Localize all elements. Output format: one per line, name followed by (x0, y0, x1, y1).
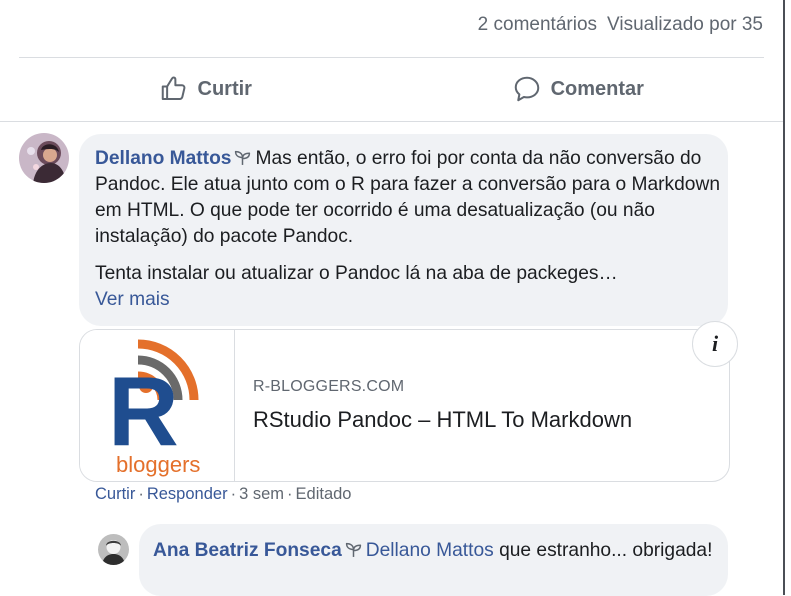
divider (0, 121, 783, 122)
comment-author[interactable]: Dellano Mattos (95, 148, 231, 169)
reply-text: que estranho... obrigada! (499, 540, 713, 561)
info-icon[interactable]: i (692, 321, 738, 367)
link-domain: R-BLOGGERS.COM (253, 378, 405, 395)
thumbs-up-icon (161, 76, 185, 100)
comment-time[interactable]: 3 sem (239, 485, 284, 503)
seedling-icon (345, 542, 361, 557)
avatar[interactable] (98, 534, 129, 565)
comment-bubble-icon (514, 76, 539, 102)
link-title[interactable]: RStudio Pandoc – HTML To Markdown (253, 407, 632, 433)
r-bloggers-logo: R bloggers (108, 339, 200, 477)
comment-paragraph: Tenta instalar ou atualizar o Pandoc lá … (95, 263, 618, 284)
comment-button[interactable]: Comentar (392, 59, 765, 119)
divider (19, 57, 764, 58)
mention-tag[interactable]: Dellano Mattos (366, 540, 494, 561)
comment-bubble: Dellano Mattos Mas então, o erro foi por … (79, 134, 728, 326)
scrollbar-track (783, 0, 785, 595)
comment-like-link[interactable]: Curtir (95, 485, 135, 503)
reply-body: Ana Beatriz Fonseca Dellano Mattos que es… (153, 538, 718, 564)
link-thumbnail: R bloggers (80, 330, 235, 481)
post-stats: 2 comentários Visualizado por 35 (478, 14, 763, 36)
meta-separator: · (287, 485, 293, 503)
meta-separator: · (230, 485, 237, 503)
reply-bubble: Ana Beatriz Fonseca Dellano Mattos que es… (139, 524, 728, 596)
link-preview-card[interactable]: R bloggers R-BLOGGERS.COM RStudio Pandoc… (79, 329, 730, 482)
logo-letter: R (108, 356, 179, 466)
comment-reply-link[interactable]: Responder (147, 485, 228, 503)
reply-author[interactable]: Ana Beatriz Fonseca (153, 540, 342, 561)
like-button[interactable]: Curtir (19, 59, 392, 119)
post-actions: Curtir Comentar (19, 59, 764, 119)
like-label: Curtir (197, 77, 252, 100)
comment-body: Dellano Mattos Mas então, o erro foi por … (95, 146, 725, 313)
edited-label[interactable]: Editado (296, 485, 352, 503)
comments-count[interactable]: 2 comentários (478, 14, 597, 35)
profile-photo (98, 534, 129, 565)
see-more-link[interactable]: Ver mais (95, 289, 170, 310)
comment-label: Comentar (550, 77, 644, 100)
avatar[interactable] (19, 133, 69, 183)
meta-separator: · (138, 485, 144, 503)
logo-text: bloggers (116, 452, 200, 477)
views-count[interactable]: Visualizado por 35 (607, 14, 763, 35)
profile-photo (19, 133, 69, 183)
comment-meta: Curtir · Responder · 3 sem · Editado (95, 485, 351, 504)
seedling-icon (235, 150, 251, 165)
